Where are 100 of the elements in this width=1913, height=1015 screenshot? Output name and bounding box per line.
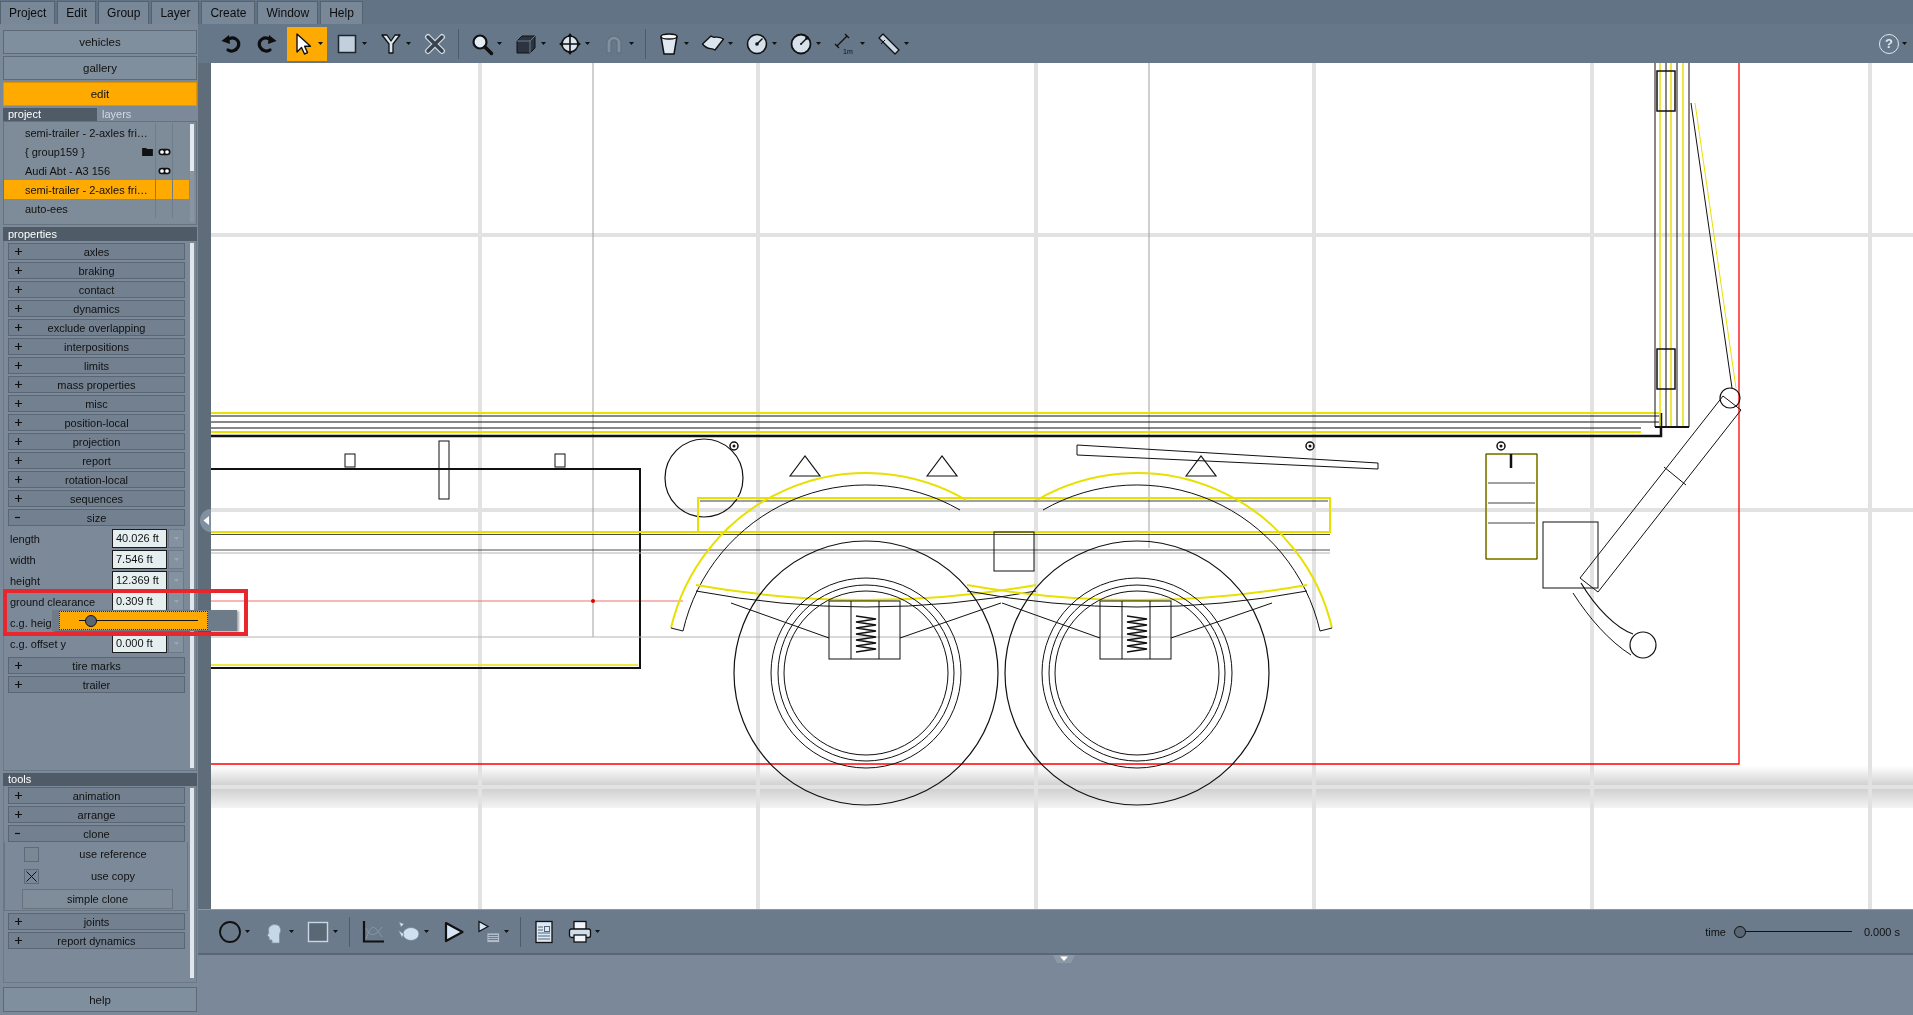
menu-item[interactable]: Group [98, 1, 150, 24]
help-button[interactable]: help [3, 987, 197, 1012]
section-header[interactable]: joints [8, 913, 185, 930]
help-button[interactable]: ? [1875, 26, 1911, 61]
teapot-icon [397, 919, 421, 944]
printer-icon [568, 919, 592, 944]
section-header[interactable]: mass properties [8, 376, 185, 393]
search-icon [470, 31, 494, 56]
section-header[interactable]: animation [8, 787, 185, 804]
coil-spring [1126, 615, 1148, 653]
time-label: time [1705, 925, 1726, 938]
section-header[interactable]: position-local [8, 414, 185, 431]
checkbox[interactable] [24, 846, 39, 862]
time-value: 0.000 s [1863, 925, 1900, 938]
scrollbar[interactable] [190, 124, 194, 222]
triangle-bracket [925, 455, 959, 477]
checkbox-label: use reference [78, 848, 148, 860]
section-header[interactable]: report [8, 452, 185, 469]
menu-item[interactable]: Create [201, 1, 256, 24]
move-icon [558, 31, 582, 56]
field-label: length [10, 532, 40, 545]
field-label: c.g. heig [10, 616, 52, 629]
menu-item[interactable]: Layer [151, 1, 200, 24]
menu-item[interactable]: Project [0, 1, 56, 24]
field-label: width [10, 553, 36, 566]
nav-button[interactable]: gallery [3, 56, 197, 80]
toggle-cell[interactable] [155, 142, 172, 161]
project-list-item[interactable]: semi-trailer - 2-axles fri… [4, 180, 189, 199]
origin-marker [591, 599, 595, 603]
section-header[interactable]: limits [8, 357, 185, 374]
simple-clone-button[interactable]: simple clone [22, 889, 173, 909]
door-hinge [1656, 348, 1676, 390]
section-header[interactable]: size [8, 509, 185, 526]
number-field[interactable]: 40.026 ft [112, 529, 167, 548]
field-label: ground clearance [10, 595, 95, 608]
dial-icon [745, 31, 769, 56]
section-header[interactable]: misc [8, 395, 185, 412]
dial-icon [789, 31, 813, 56]
scrollbar[interactable] [190, 243, 194, 768]
field-label: c.g. offset y [10, 637, 67, 650]
field-label: height [10, 574, 40, 587]
pipe-icon [877, 31, 901, 56]
section-header[interactable]: braking [8, 262, 185, 279]
slider-thumb[interactable] [1733, 925, 1746, 938]
panel-header: tools [3, 773, 197, 786]
checkbox[interactable] [24, 868, 39, 884]
section-header[interactable]: axles [8, 243, 185, 260]
section-header[interactable]: trailer [8, 676, 185, 693]
nav-button[interactable]: edit [3, 82, 197, 106]
panel-tab[interactable]: layers [97, 108, 191, 121]
scrollbar-thumb[interactable] [190, 124, 194, 171]
project-list-item[interactable]: { group159 } [4, 142, 189, 161]
panel-tab[interactable]: project [3, 108, 97, 121]
pivot-joint [1719, 387, 1741, 409]
fork-icon [379, 31, 403, 56]
cross-mark-icon [26, 870, 37, 882]
nav-button[interactable]: vehicles [3, 30, 197, 54]
section-header[interactable]: arrange [8, 806, 185, 823]
valve-box [1542, 521, 1599, 589]
select-tool-button[interactable] [287, 26, 327, 61]
menu-item[interactable]: Window [257, 1, 319, 24]
chart-icon [361, 919, 385, 944]
checkbox-label: use copy [90, 870, 136, 882]
section-header[interactable]: sequences [8, 490, 185, 507]
triangle-bracket [1184, 455, 1218, 477]
notepad-icon [532, 919, 556, 944]
section-header[interactable]: clone [8, 825, 185, 842]
section-header[interactable]: rotation-local [8, 471, 185, 488]
square-icon [306, 919, 330, 944]
menu-item[interactable]: Help [320, 1, 363, 24]
section-header[interactable]: interpositions [8, 338, 185, 355]
circle-icon [218, 919, 242, 944]
coil-spring [855, 615, 877, 653]
mounting-bracket [344, 453, 356, 468]
project-list-item[interactable]: auto-ees [4, 199, 189, 218]
number-field[interactable]: 7.546 ft [112, 550, 167, 569]
collapse-arrow-icon[interactable] [200, 509, 211, 532]
cup-icon [657, 31, 681, 56]
slider-field[interactable] [59, 611, 208, 630]
bolt-marker [1305, 441, 1315, 451]
section-header[interactable]: projection [8, 433, 185, 450]
play-list-icon [477, 919, 501, 944]
section-header[interactable]: exclude overlapping [8, 319, 185, 336]
section-header[interactable]: tire marks [8, 657, 185, 674]
triangle-bracket [788, 455, 822, 477]
mounting-bracket [554, 453, 566, 468]
section-header[interactable]: dynamics [8, 300, 185, 317]
cross-icon [423, 31, 447, 56]
mounting-bracket [438, 440, 450, 500]
section-header[interactable]: contact [8, 281, 185, 298]
section-header[interactable]: report dynamics [8, 932, 185, 949]
bolt-marker [1496, 441, 1506, 451]
menu-item[interactable]: Edit [57, 1, 97, 24]
hanger-bracket [993, 531, 1035, 572]
project-list-item[interactable]: semi-trailer - 2-axles fri… [4, 123, 189, 142]
slider-thumb[interactable] [84, 614, 97, 627]
bolt-marker [729, 441, 739, 451]
expand-arrow-icon[interactable] [1053, 955, 1075, 963]
scrollbar[interactable] [190, 788, 194, 978]
door-hinge [1656, 70, 1676, 112]
